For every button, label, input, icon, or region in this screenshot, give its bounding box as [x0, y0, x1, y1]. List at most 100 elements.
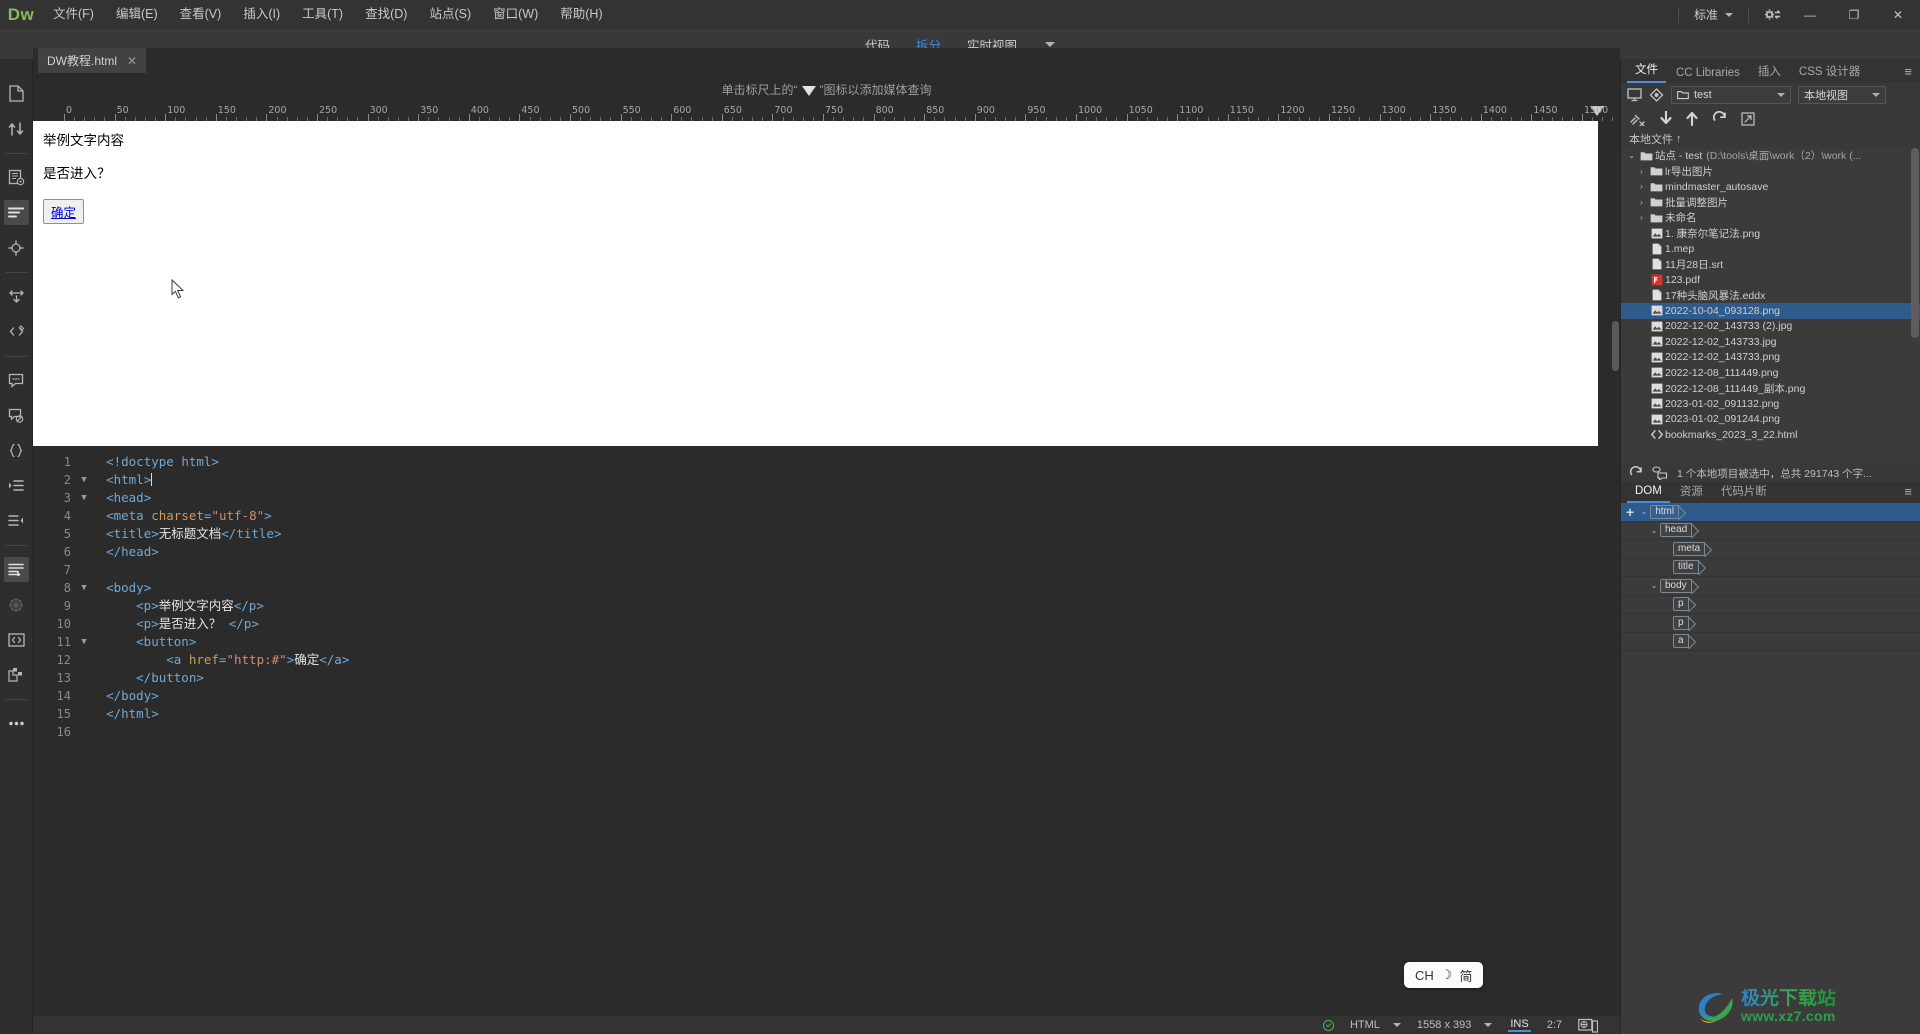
disconnect-icon[interactable] [1630, 112, 1646, 126]
view-selector[interactable]: 本地视图 [1798, 86, 1886, 104]
chevron-down-icon[interactable]: ⌄ [1648, 526, 1660, 535]
file-list-item[interactable]: ›未命名 [1621, 210, 1920, 226]
document-tab[interactable]: DW教程.html ✕ [38, 48, 146, 73]
code-view-icon[interactable] [4, 627, 29, 652]
format-selector[interactable]: HTML [1342, 1016, 1409, 1034]
maximize-button[interactable]: ❐ [1832, 0, 1876, 29]
file-list-item[interactable]: bookmarks_2023_3_22.html [1621, 427, 1920, 443]
dom-node[interactable]: ⌄body [1621, 577, 1920, 596]
code-line[interactable]: 11▼ <button> [33, 633, 1620, 651]
code-line[interactable]: 14 </body> [33, 687, 1620, 705]
table-layout-icon[interactable] [4, 662, 29, 687]
code-line[interactable]: 7 [33, 561, 1620, 579]
design-canvas[interactable]: 举例文字内容 是否进入？ 确定 [33, 121, 1598, 446]
menu-item-0[interactable]: 文件(F) [42, 0, 105, 29]
code-editor[interactable]: 1 <!doctype html>2▼ <html>3▼ <head>4 <me… [33, 446, 1620, 1016]
code-line[interactable]: 2▼ <html> [33, 471, 1620, 489]
close-icon[interactable]: ✕ [127, 54, 137, 68]
menu-item-1[interactable]: 编辑(E) [105, 0, 169, 29]
file-list-item[interactable]: 123.pdf [1621, 272, 1920, 288]
code-line[interactable]: 4 <meta charset="utf-8"> [33, 507, 1620, 525]
chevron-right-icon[interactable]: › [1635, 213, 1648, 222]
code-line[interactable]: 10 <p>是否进入？ </p> [33, 615, 1620, 633]
panel-menu-icon[interactable]: ≡ [1896, 482, 1920, 503]
code-fold-toggle[interactable]: ▼ [77, 471, 91, 489]
code-line[interactable]: 15 </html> [33, 705, 1620, 723]
line-numbers-icon[interactable] [4, 557, 29, 582]
file-list-item[interactable]: 2022-12-08_111449.png [1621, 365, 1920, 381]
insert-mode-toggle[interactable]: INS [1500, 1016, 1538, 1034]
dom-node[interactable]: title [1621, 559, 1920, 578]
chevron-down-icon[interactable]: ⌄ [1625, 151, 1638, 160]
dom-node[interactable]: +⌄html [1621, 503, 1920, 522]
file-list-item[interactable]: 2022-12-02_143733 (2).jpg [1621, 319, 1920, 335]
add-comment-icon[interactable] [4, 368, 29, 393]
expand-panel-icon[interactable] [1741, 112, 1755, 126]
dom-node[interactable]: meta [1621, 540, 1920, 559]
chevron-right-icon[interactable]: › [1635, 182, 1648, 191]
menu-item-7[interactable]: 窗口(W) [482, 0, 549, 29]
file-list-item[interactable]: 2022-12-02_143733.png [1621, 350, 1920, 366]
file-list-item[interactable]: 1. 康奈尔笔记法.png [1621, 226, 1920, 242]
file-list-item[interactable]: 2022-12-08_111449_副本.png [1621, 381, 1920, 397]
menu-item-6[interactable]: 站点(S) [418, 0, 482, 29]
file-list-item[interactable]: 2022-10-04_093128.png [1621, 303, 1920, 319]
real-time-preview-button[interactable] [1570, 1016, 1606, 1034]
local-files-column-header[interactable]: 本地文件 ↑ [1621, 130, 1920, 148]
code-fold-toggle[interactable]: ▼ [77, 579, 91, 597]
dom-node[interactable]: ⌄head [1621, 522, 1920, 541]
collapse-selection-icon[interactable] [4, 438, 29, 463]
dom-panel-tab-0[interactable]: DOM [1627, 482, 1670, 503]
code-line[interactable]: 6 </head> [33, 543, 1620, 561]
live-code-icon[interactable] [4, 165, 29, 190]
files-panel-tab-1[interactable]: CC Libraries [1668, 64, 1748, 83]
dom-tree[interactable]: +⌄html⌄headmetatitle⌄bodyppa [1621, 503, 1920, 1034]
code-line[interactable]: 1 <!doctype html> [33, 453, 1620, 471]
word-wrap-icon[interactable] [4, 200, 29, 225]
file-management-icon[interactable] [4, 116, 29, 141]
apply-comment-icon[interactable] [4, 319, 29, 344]
indent-code-icon[interactable] [4, 473, 29, 498]
file-list-item[interactable]: ›批量调整图片 [1621, 195, 1920, 211]
ime-script[interactable]: 简 [1459, 966, 1472, 985]
chevron-right-icon[interactable]: › [1635, 167, 1648, 176]
menu-item-2[interactable]: 查看(V) [169, 0, 233, 29]
file-list-item[interactable]: 2023-01-02_091244.png [1621, 412, 1920, 428]
dom-panel-tab-2[interactable]: 代码片断 [1713, 480, 1775, 503]
code-fold-toggle[interactable]: ▼ [77, 633, 91, 651]
highlight-invalid-icon[interactable] [4, 235, 29, 260]
dom-node[interactable]: p [1621, 596, 1920, 615]
workspace-switcher[interactable]: 标准 [1687, 0, 1740, 29]
dom-node[interactable]: p [1621, 614, 1920, 633]
code-line[interactable]: 12 <a href="http:#">确定</a> [33, 651, 1620, 669]
file-list-item[interactable]: ›lr导出图片 [1621, 164, 1920, 180]
format-source-icon[interactable] [4, 284, 29, 309]
get-files-icon[interactable] [1660, 111, 1672, 126]
code-line[interactable]: 8▼ <body> [33, 579, 1620, 597]
menu-item-8[interactable]: 帮助(H) [549, 0, 613, 29]
open-documents-icon[interactable] [4, 81, 29, 106]
design-button[interactable]: 确定 [43, 199, 84, 224]
canvas-scrollbar[interactable] [1611, 121, 1620, 446]
recent-snippets-icon[interactable] [4, 592, 29, 617]
code-line[interactable]: 3▼ <head> [33, 489, 1620, 507]
file-list[interactable]: ⌄ 站点 - test (D:\tools\桌面\work（2）\work (.… [1621, 148, 1920, 464]
file-list-item[interactable]: 11月28日.srt [1621, 257, 1920, 273]
code-line[interactable]: 16 [33, 723, 1620, 741]
validation-status[interactable] [1315, 1016, 1342, 1034]
files-panel-tab-0[interactable]: 文件 [1627, 58, 1666, 83]
file-list-root-row[interactable]: ⌄ 站点 - test (D:\tools\桌面\work（2）\work (.… [1621, 148, 1920, 164]
remove-comment-icon[interactable] [4, 403, 29, 428]
files-panel-tab-2[interactable]: 插入 [1750, 60, 1789, 83]
file-list-item[interactable]: 2023-01-02_091132.png [1621, 396, 1920, 412]
dom-node[interactable]: a [1621, 633, 1920, 652]
ime-mode-icon[interactable]: ☽ [1441, 967, 1453, 983]
file-list-item[interactable]: 1.mep [1621, 241, 1920, 257]
canvas-scrollbar-thumb[interactable] [1612, 321, 1619, 371]
menu-item-4[interactable]: 工具(T) [291, 0, 354, 29]
chevron-down-icon[interactable]: ⌄ [1638, 507, 1650, 516]
files-panel-tab-3[interactable]: CSS 设计器 [1791, 60, 1868, 83]
testing-server-icon[interactable] [1627, 88, 1642, 102]
file-list-item[interactable]: 2022-12-02_143733.jpg [1621, 334, 1920, 350]
menu-item-5[interactable]: 查找(D) [354, 0, 418, 29]
